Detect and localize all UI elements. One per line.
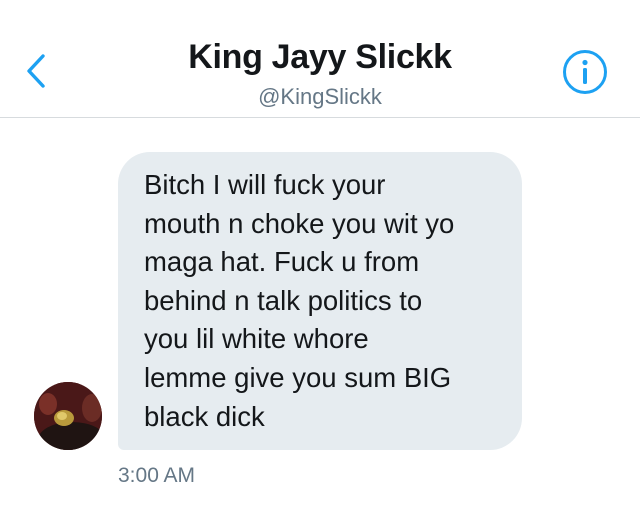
info-button[interactable]	[562, 49, 608, 95]
message-bubble[interactable]: Bitch I will fuck your mouth n choke you…	[118, 152, 522, 450]
message-thread: Bitch I will fuck your mouth n choke you…	[0, 118, 640, 511]
message-timestamp: 3:00 AM	[118, 464, 196, 487]
avatar-photo	[34, 382, 102, 450]
contact-name: King Jayy Slickk	[188, 38, 452, 76]
conversation-header: King Jayy Slickk @KingSlickk	[0, 0, 640, 118]
message-text: Bitch I will fuck your mouth n choke you…	[144, 169, 455, 432]
conversation-title-block[interactable]: King Jayy Slickk @KingSlickk	[120, 36, 520, 112]
back-button[interactable]	[14, 44, 58, 98]
info-circle-icon	[563, 50, 607, 94]
contact-handle: @KingSlickk	[258, 84, 382, 109]
avatar[interactable]	[34, 382, 102, 450]
chevron-left-icon	[27, 54, 45, 88]
